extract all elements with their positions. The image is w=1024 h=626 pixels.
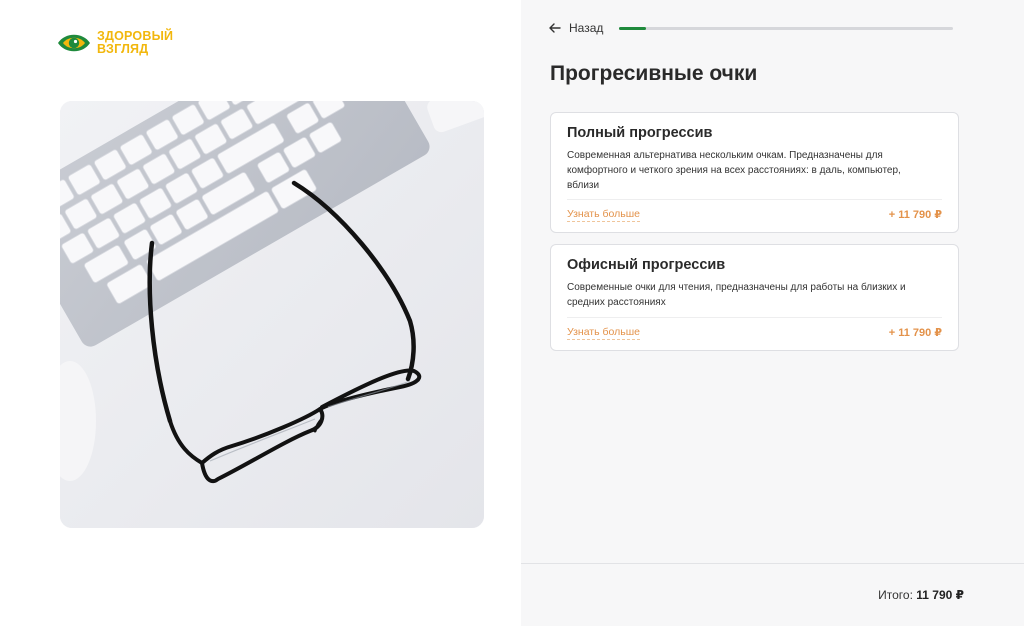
option-divider [567, 199, 942, 200]
step-progress-fill [619, 27, 646, 30]
option-price: + 11 790 ₽ [888, 209, 942, 221]
option-price: + 11 790 ₽ [888, 327, 942, 339]
option-card-full-progressive[interactable]: Полный прогрессив Современная альтернати… [550, 112, 959, 233]
option-title: Офисный прогрессив [567, 257, 726, 273]
page: ЗДОРОВЫЙ ВЗГЛЯД Назад Прогресивные очки … [0, 0, 1024, 626]
option-description: Современная альтернатива нескольким очка… [567, 150, 901, 191]
option-card-office-progressive[interactable]: Офисный прогрессив Современные очки для … [550, 244, 959, 351]
product-photo [60, 101, 484, 528]
brand-name: ЗДОРОВЫЙ ВЗГЛЯД [97, 30, 173, 56]
back-button[interactable]: Назад [549, 18, 603, 38]
brand-logo[interactable]: ЗДОРОВЫЙ ВЗГЛЯД [57, 30, 173, 56]
learn-more-link[interactable]: Узнать больше [567, 208, 640, 222]
page-title: Прогресивные очки [550, 62, 758, 85]
option-description: Современные очки для чтения, предназначе… [567, 282, 906, 308]
configurator-panel: Назад Прогресивные очки Полный прогресси… [521, 0, 1024, 626]
total-value: 11 790 ₽ [916, 588, 964, 602]
order-total: Итого: 11 790 ₽ [878, 588, 964, 602]
brand-line-2: ВЗГЛЯД [97, 42, 149, 56]
option-title: Полный прогрессив [567, 125, 713, 141]
eye-logo-icon [58, 34, 90, 52]
arrow-left-icon [549, 23, 561, 33]
summary-footer: Итого: 11 790 ₽ [521, 563, 1024, 626]
learn-more-link[interactable]: Узнать больше [567, 326, 640, 340]
total-label: Итого: [878, 588, 913, 602]
left-panel: ЗДОРОВЫЙ ВЗГЛЯД [0, 0, 521, 626]
back-label: Назад [569, 21, 604, 35]
step-progress-bar [619, 27, 953, 30]
glasses-on-keyboard-photo [60, 101, 484, 528]
option-divider [567, 317, 942, 318]
